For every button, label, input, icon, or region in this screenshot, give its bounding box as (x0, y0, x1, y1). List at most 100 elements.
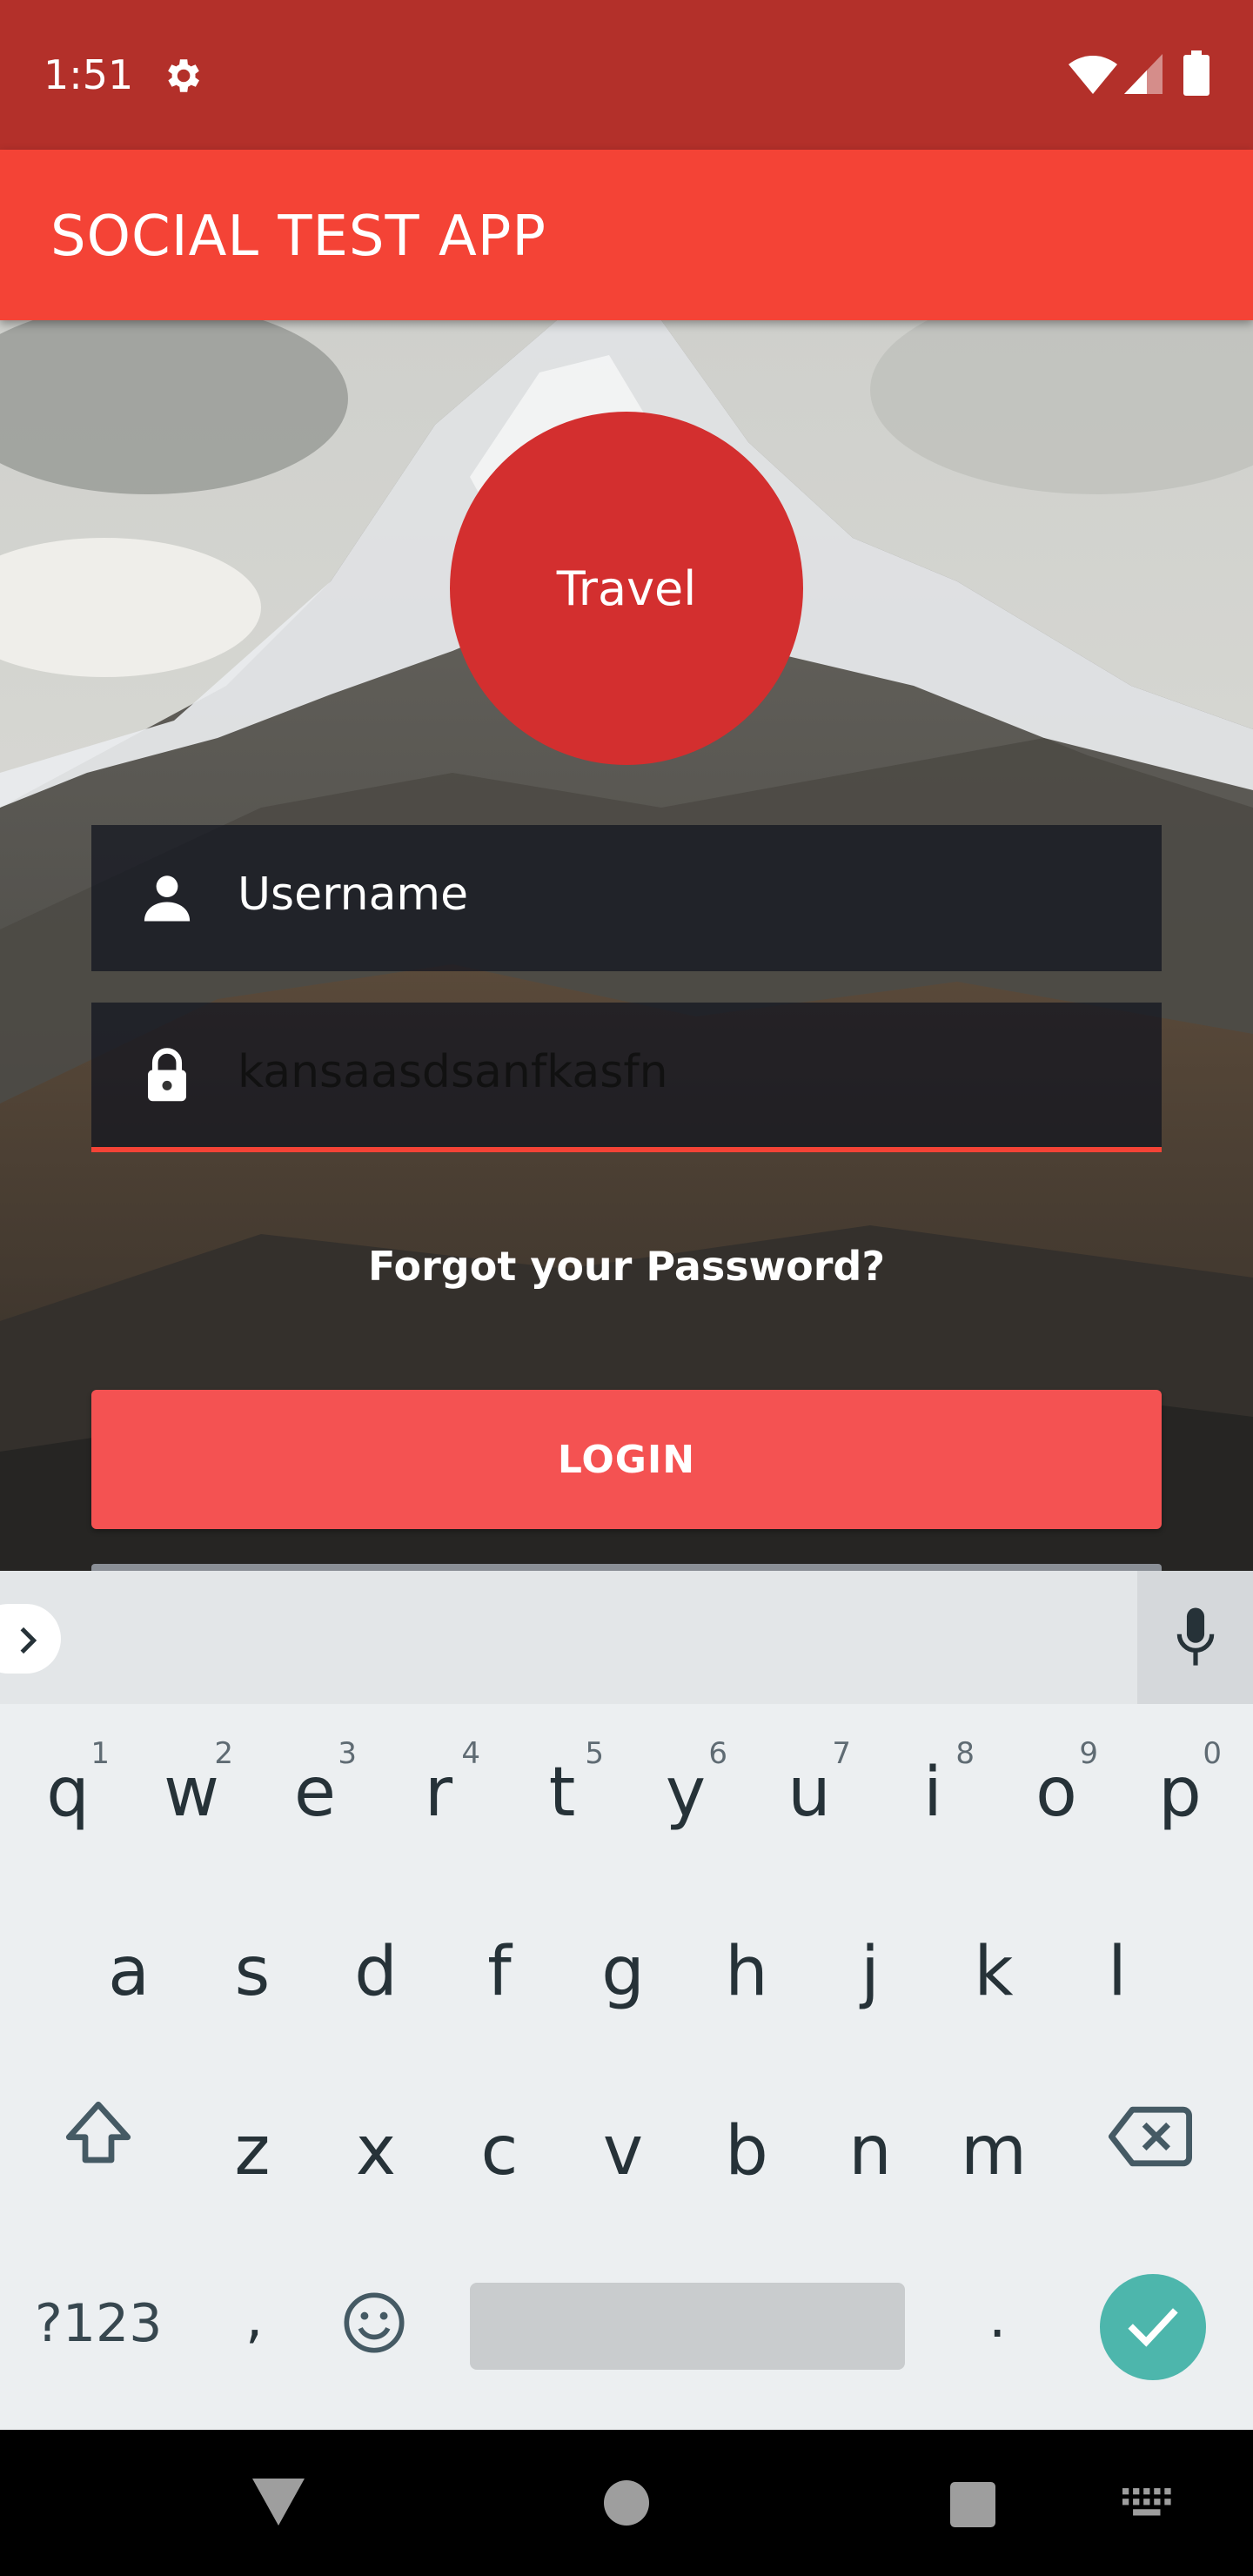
key-d[interactable]: d (315, 1914, 437, 2044)
key-f[interactable]: f (439, 1914, 560, 2044)
comma-key[interactable]: , (245, 2286, 263, 2351)
person-icon (144, 875, 191, 922)
key-v[interactable]: v (562, 2093, 684, 2224)
key-j[interactable]: j (809, 1914, 931, 2044)
key-number-hint: 8 (955, 1736, 975, 1771)
key-p[interactable]: p0 (1119, 1734, 1241, 1865)
status-time: 1:51 (44, 51, 134, 98)
signal-icon (1124, 54, 1163, 94)
key-label: m (961, 2112, 1027, 2190)
key-label: b (725, 2112, 768, 2190)
key-e[interactable]: e3 (254, 1734, 376, 1865)
gear-icon (168, 59, 199, 92)
key-t[interactable]: t5 (501, 1734, 623, 1865)
key-y[interactable]: y6 (625, 1734, 747, 1865)
key-label: k (974, 1933, 1014, 2011)
username-field[interactable]: Username (91, 825, 1162, 971)
backspace-key[interactable] (1109, 2100, 1196, 2178)
battery-icon (1183, 50, 1209, 96)
key-number-hint: 2 (214, 1736, 233, 1771)
key-label: z (234, 2112, 271, 2190)
key-x[interactable]: x (315, 2093, 437, 2224)
key-w[interactable]: w2 (131, 1734, 252, 1865)
key-number-hint: 6 (708, 1736, 727, 1771)
password-field[interactable]: kansaasdsanfkasfn (91, 1003, 1162, 1152)
chevron-right-icon (20, 1627, 37, 1654)
key-label: q (46, 1754, 90, 1832)
enter-key[interactable] (1100, 2274, 1206, 2380)
soft-keyboard: q1w2e3r4t5y6u7i8o9p0asdfghjklzxcvbnm ?12… (0, 1571, 1253, 2430)
key-g[interactable]: g (562, 1914, 684, 2044)
key-label: r (424, 1754, 453, 1832)
key-label: c (480, 2112, 519, 2190)
key-label: o (1035, 1754, 1077, 1832)
key-label: h (725, 1933, 768, 2011)
shift-key[interactable] (59, 2095, 146, 2182)
forgot-password-link[interactable]: Forgot your Password? (0, 1243, 1253, 1290)
key-m[interactable]: m (933, 2093, 1055, 2224)
key-i[interactable]: i8 (872, 1734, 994, 1865)
app-bar: SOCIAL TEST APP (0, 150, 1253, 320)
partially-hidden-button (91, 1564, 1162, 1571)
key-q[interactable]: q1 (7, 1734, 129, 1865)
period-key[interactable]: . (988, 2286, 1006, 2351)
keyboard-suggestion-bar (0, 1571, 1253, 1704)
backspace-icon (1109, 2106, 1192, 2167)
key-number-hint: 7 (832, 1736, 851, 1771)
key-label: t (548, 1754, 576, 1832)
key-label: e (294, 1754, 336, 1832)
key-label: a (108, 1933, 150, 2011)
key-label: l (1108, 1933, 1127, 2011)
key-number-hint: 5 (585, 1736, 604, 1771)
travel-logo-circle: Travel (450, 412, 803, 765)
key-label: v (602, 2112, 644, 2190)
password-input-text: kansaasdsanfkasfn (238, 1046, 668, 1098)
login-button[interactable]: LOGIN (91, 1390, 1162, 1529)
key-o[interactable]: o9 (995, 1734, 1117, 1865)
key-a[interactable]: a (68, 1914, 190, 2044)
lock-icon (148, 1048, 186, 1102)
key-l[interactable]: l (1056, 1914, 1178, 2044)
key-label: n (848, 2112, 892, 2190)
key-label: p (1158, 1754, 1202, 1832)
key-k[interactable]: k (933, 1914, 1055, 2044)
key-b[interactable]: b (686, 2093, 807, 2224)
key-label: d (354, 1933, 398, 2011)
key-h[interactable]: h (686, 1914, 807, 2044)
username-placeholder: Username (238, 869, 469, 921)
emoji-key[interactable] (341, 2290, 411, 2359)
keyboard-switch-icon[interactable] (1122, 2487, 1173, 2519)
back-triangle-icon[interactable] (252, 2479, 305, 2526)
navigation-bar (0, 2430, 1253, 2576)
home-circle-icon[interactable] (604, 2480, 649, 2526)
recents-square-icon[interactable] (950, 2482, 995, 2527)
key-number-hint: 3 (338, 1736, 357, 1771)
app-title: SOCIAL TEST APP (50, 205, 546, 269)
key-u[interactable]: u7 (748, 1734, 870, 1865)
key-number-hint: 1 (90, 1736, 110, 1771)
key-number-hint: 0 (1203, 1736, 1222, 1771)
login-button-label: LOGIN (557, 1437, 696, 1482)
key-label: u (787, 1754, 831, 1832)
key-label: w (164, 1754, 219, 1832)
microphone-button[interactable] (1137, 1571, 1253, 1704)
key-label: i (923, 1754, 942, 1832)
spacebar-key[interactable] (470, 2283, 905, 2370)
key-label: g (601, 1933, 645, 2011)
wifi-icon (1069, 56, 1117, 94)
microphone-icon (1176, 1607, 1215, 1666)
checkmark-icon (1128, 2308, 1178, 2347)
key-s[interactable]: s (191, 1914, 313, 2044)
key-label: x (355, 2112, 397, 2190)
symbols-key[interactable]: ?123 (35, 2293, 162, 2354)
key-r[interactable]: r4 (378, 1734, 499, 1865)
key-n[interactable]: n (809, 2093, 931, 2224)
emoji-icon (344, 2292, 405, 2353)
keyboard-expand-button[interactable] (0, 1604, 61, 1674)
shift-icon (65, 2101, 131, 2163)
key-z[interactable]: z (191, 2093, 313, 2224)
key-label: f (487, 1933, 512, 2011)
key-number-hint: 4 (461, 1736, 480, 1771)
key-label: s (234, 1933, 271, 2011)
key-c[interactable]: c (439, 2093, 560, 2224)
